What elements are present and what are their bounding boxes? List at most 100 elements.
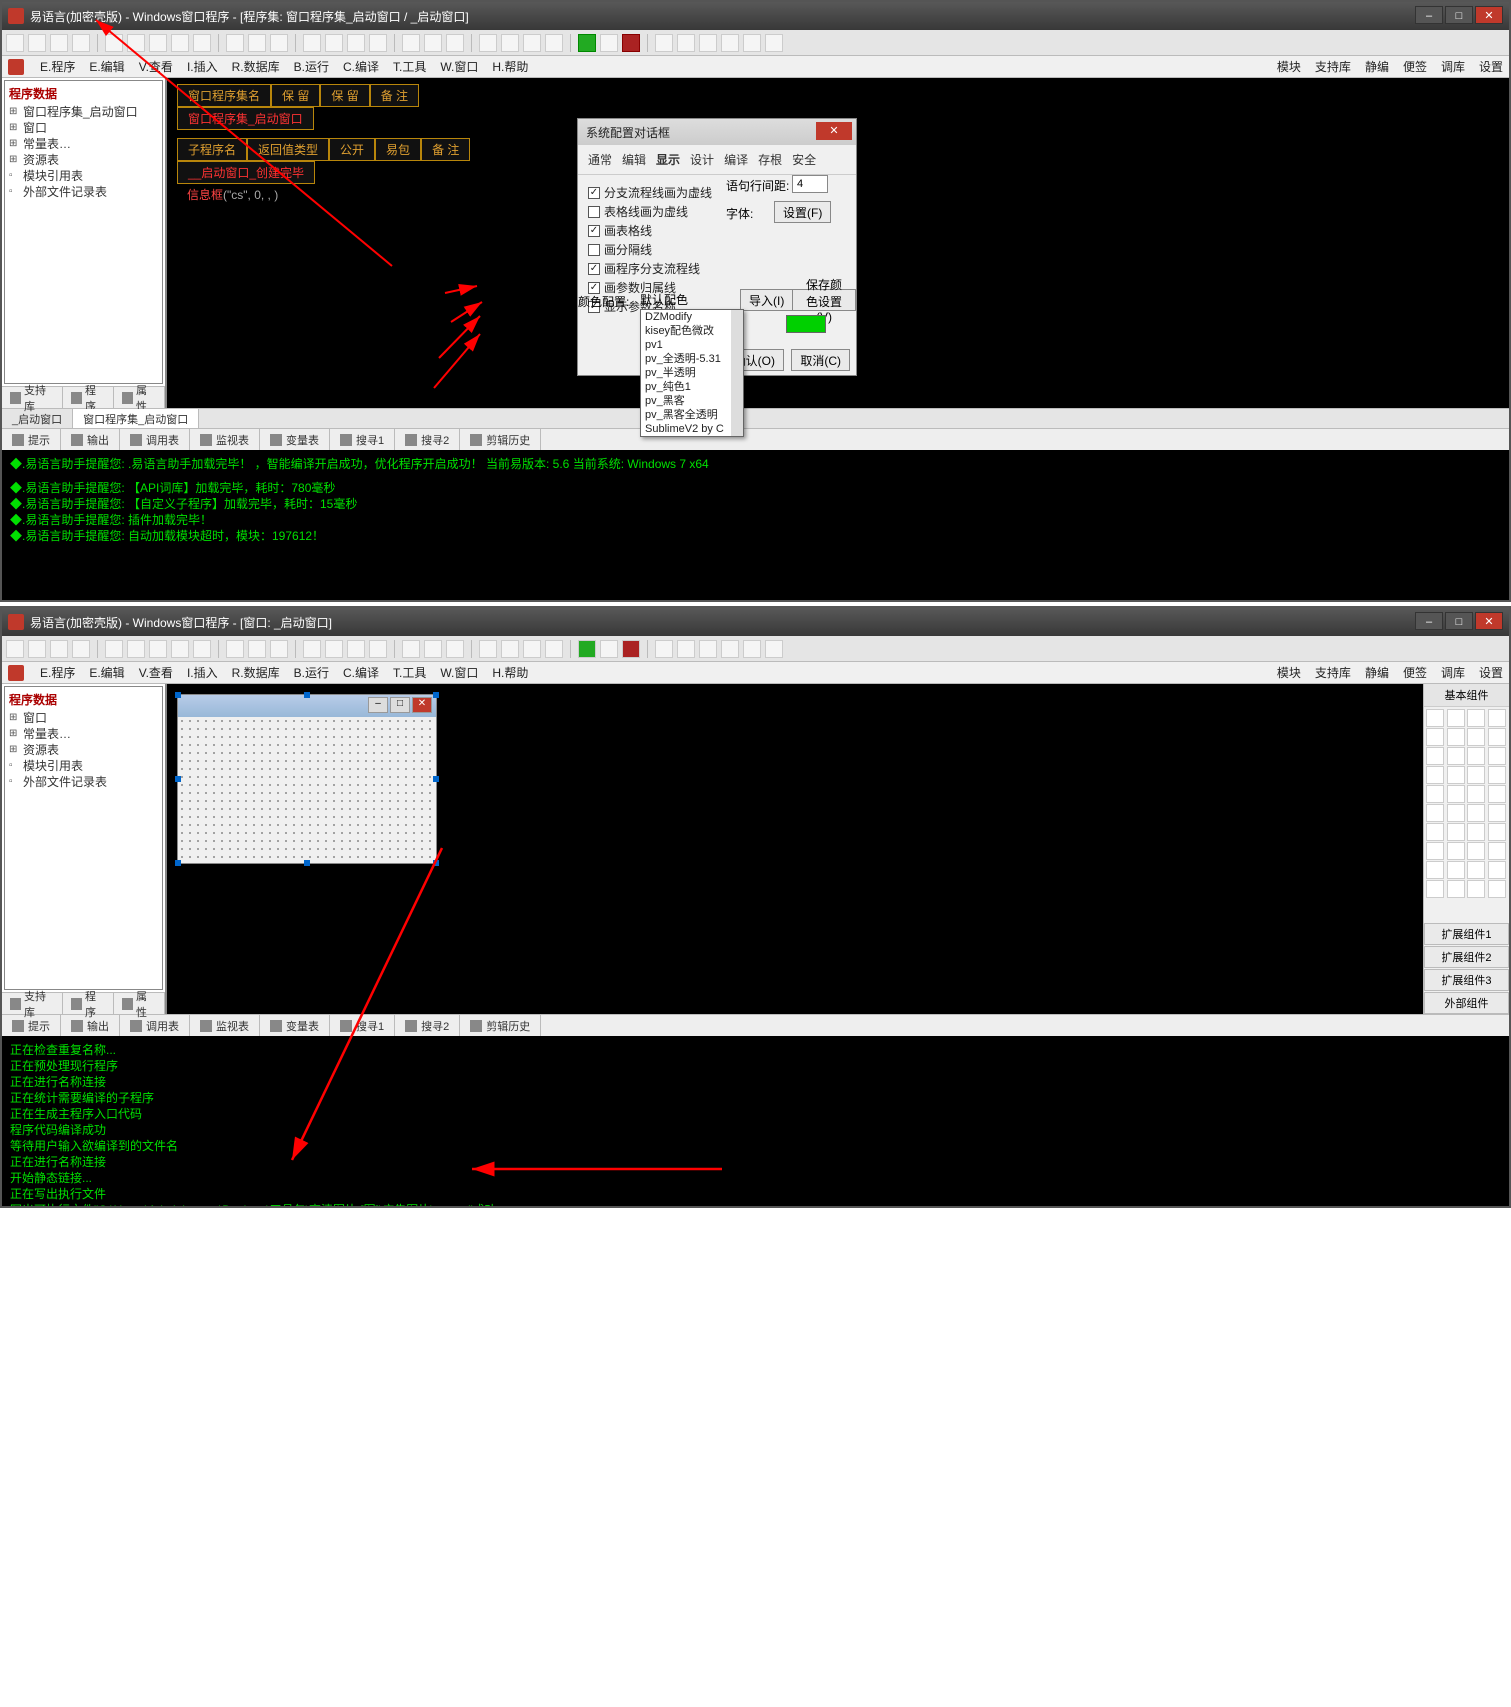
save-scheme-button[interactable]: 保存颜色设置(V): [792, 289, 856, 311]
checkbox-row[interactable]: 画分隔线: [588, 240, 846, 259]
cancel-button[interactable]: 取消(C): [791, 349, 850, 371]
dialog-tab[interactable]: 编辑: [622, 151, 646, 168]
tool-icon[interactable]: [446, 34, 464, 52]
menu-item[interactable]: R.数据库: [232, 58, 280, 75]
form-designer-area[interactable]: – □ ✕: [167, 684, 1423, 1014]
tool-icon[interactable]: [193, 34, 211, 52]
log-tab[interactable]: 搜寻1: [330, 429, 395, 450]
side-tab[interactable]: 属性: [114, 387, 165, 408]
combo[interactable]: 支持库: [1315, 664, 1351, 681]
menu-item[interactable]: W.窗口: [440, 664, 478, 681]
dialog-tab[interactable]: 通常: [588, 151, 612, 168]
tree-item[interactable]: 外部文件记录表: [9, 774, 158, 790]
tool-icon[interactable]: [105, 640, 123, 658]
component-icon[interactable]: [1426, 861, 1444, 879]
component-icon[interactable]: [1447, 785, 1465, 803]
dialog-tab[interactable]: 安全: [792, 151, 816, 168]
component-icon[interactable]: [1488, 709, 1506, 727]
tree-item[interactable]: 外部文件记录表: [9, 184, 158, 200]
component-icon[interactable]: [1467, 766, 1485, 784]
tool-icon[interactable]: [677, 34, 695, 52]
minimize-button[interactable]: –: [1415, 6, 1443, 24]
component-icon[interactable]: [1467, 842, 1485, 860]
menu-item[interactable]: T.工具: [393, 664, 426, 681]
tree-item[interactable]: 常量表…: [9, 726, 158, 742]
editor-tab[interactable]: 窗口程序集_启动窗口: [73, 409, 199, 428]
menu-item[interactable]: B.运行: [294, 58, 329, 75]
palette-category-button[interactable]: 外部组件: [1424, 992, 1509, 1014]
dialog-close-button[interactable]: ✕: [816, 122, 852, 140]
combo[interactable]: 设置: [1479, 664, 1503, 681]
log-tab[interactable]: 输出: [61, 429, 120, 450]
checkbox[interactable]: ✓: [588, 282, 600, 294]
dialog-tab[interactable]: 设计: [690, 151, 714, 168]
tool-icon[interactable]: [28, 640, 46, 658]
tool-icon[interactable]: [6, 640, 24, 658]
tool-icon[interactable]: [105, 34, 123, 52]
menu-item[interactable]: C.编译: [343, 664, 379, 681]
tool-icon[interactable]: [523, 640, 541, 658]
component-icon[interactable]: [1426, 880, 1444, 898]
close-button[interactable]: ✕: [1475, 612, 1503, 630]
menu-item[interactable]: E.编辑: [89, 664, 124, 681]
tool-icon[interactable]: [424, 34, 442, 52]
tool-icon[interactable]: [369, 640, 387, 658]
combo[interactable]: 静编: [1365, 58, 1389, 75]
menu-item[interactable]: I.插入: [187, 58, 218, 75]
scrollbar[interactable]: [731, 310, 743, 436]
menu-item[interactable]: C.编译: [343, 58, 379, 75]
menu-item[interactable]: W.窗口: [440, 58, 478, 75]
tool-icon[interactable]: [402, 640, 420, 658]
component-icon[interactable]: [1467, 785, 1485, 803]
log-tab[interactable]: 提示: [2, 1015, 61, 1036]
tool-icon[interactable]: [699, 640, 717, 658]
tool-icon[interactable]: [193, 640, 211, 658]
dialog-tab[interactable]: 存根: [758, 151, 782, 168]
tool-icon[interactable]: [765, 34, 783, 52]
tool-icon[interactable]: [743, 640, 761, 658]
component-icon[interactable]: [1447, 880, 1465, 898]
log-tab[interactable]: 提示: [2, 429, 61, 450]
component-icon[interactable]: [1426, 766, 1444, 784]
component-icon[interactable]: [1447, 709, 1465, 727]
tool-icon[interactable]: [248, 640, 266, 658]
tree-item[interactable]: 资源表: [9, 152, 158, 168]
log-output[interactable]: ◆.易语言助手提醒您: .易语言助手加载完毕！ ，智能编译开启成功，优化程序开启…: [2, 450, 1509, 600]
pause-icon[interactable]: [600, 640, 618, 658]
tool-icon[interactable]: [50, 640, 68, 658]
menu-item[interactable]: I.插入: [187, 664, 218, 681]
form-max-button[interactable]: □: [390, 697, 410, 713]
tool-icon[interactable]: [501, 34, 519, 52]
menu-item[interactable]: E.编辑: [89, 58, 124, 75]
component-icon[interactable]: [1488, 823, 1506, 841]
tool-icon[interactable]: [127, 34, 145, 52]
maximize-button[interactable]: □: [1445, 6, 1473, 24]
menu-item[interactable]: V.查看: [139, 58, 173, 75]
combo[interactable]: 便签: [1403, 664, 1427, 681]
menu-item[interactable]: T.工具: [393, 58, 426, 75]
log-tab[interactable]: 变量表: [260, 429, 330, 450]
menu-item[interactable]: B.运行: [294, 664, 329, 681]
import-button[interactable]: 导入(I): [740, 289, 793, 311]
component-icon[interactable]: [1467, 804, 1485, 822]
menu-item[interactable]: V.查看: [139, 664, 173, 681]
component-icon[interactable]: [1447, 823, 1465, 841]
form-close-button[interactable]: ✕: [412, 697, 432, 713]
tool-icon[interactable]: [765, 640, 783, 658]
checkbox[interactable]: [588, 244, 600, 256]
dialog-titlebar[interactable]: 系统配置对话框 ✕: [578, 119, 856, 145]
log-tab[interactable]: 监视表: [190, 1015, 260, 1036]
run-icon[interactable]: [578, 640, 596, 658]
tool-icon[interactable]: [347, 640, 365, 658]
dropdown-option[interactable]: pv1: [641, 338, 743, 352]
dropdown-option[interactable]: pv_全透明-5.31: [641, 352, 743, 366]
log-tab[interactable]: 输出: [61, 1015, 120, 1036]
tool-icon[interactable]: [369, 34, 387, 52]
component-icon[interactable]: [1488, 842, 1506, 860]
tool-icon[interactable]: [127, 640, 145, 658]
menu-item[interactable]: H.帮助: [492, 58, 528, 75]
component-icon[interactable]: [1447, 766, 1465, 784]
component-icon[interactable]: [1467, 861, 1485, 879]
menu-item[interactable]: H.帮助: [492, 664, 528, 681]
tool-icon[interactable]: [424, 640, 442, 658]
